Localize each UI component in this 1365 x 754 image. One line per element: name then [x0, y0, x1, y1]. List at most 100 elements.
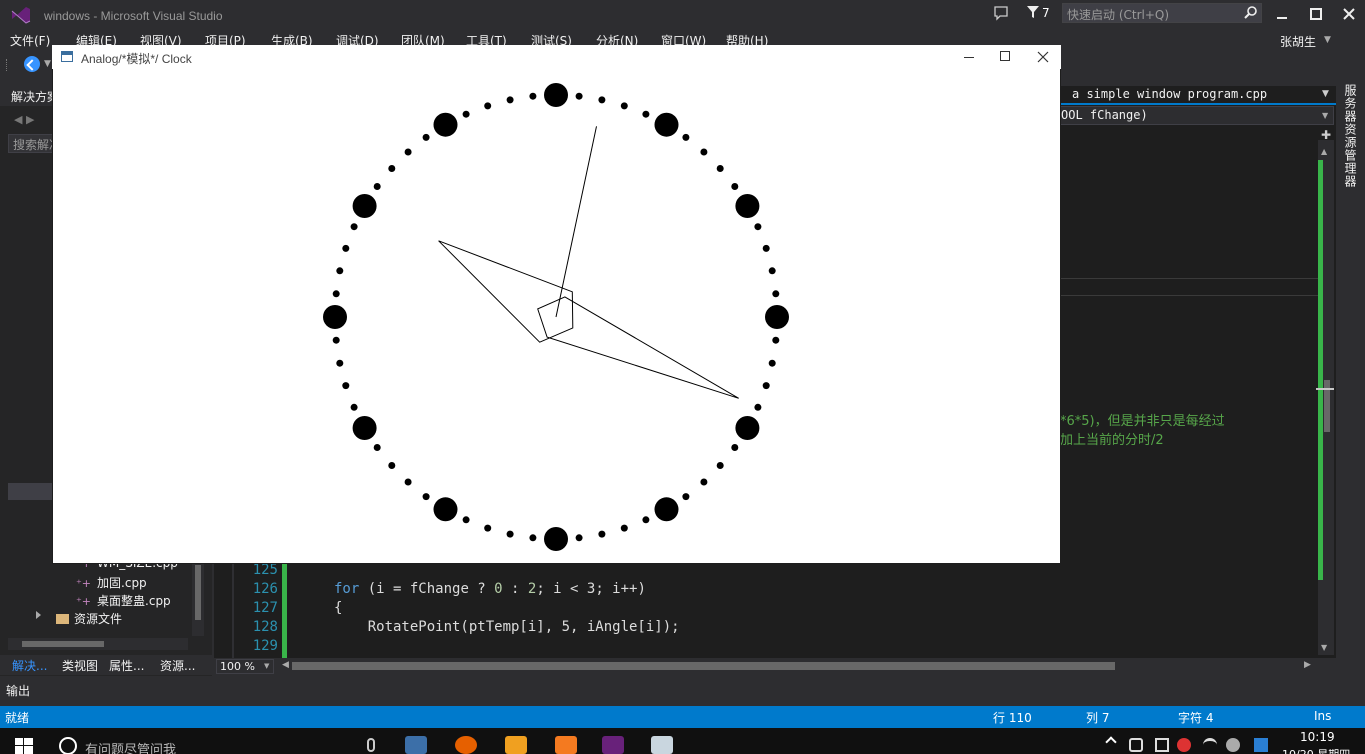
minute-dot	[682, 493, 690, 501]
battery-icon[interactable]	[1155, 738, 1169, 752]
line-number: 129	[252, 638, 278, 654]
minute-dot	[484, 102, 492, 110]
nav-arrows-icon[interactable]: ◀ ▶	[14, 113, 34, 126]
status-ready: 就绪	[5, 711, 30, 725]
minute-dot	[700, 478, 708, 486]
minute-dot	[342, 244, 350, 252]
tab-list-dropdown-icon[interactable]: ▼	[1322, 89, 1329, 99]
document-tab[interactable]: a simple window program.cpp	[1072, 87, 1267, 101]
user-account[interactable]: 张胡生	[1280, 33, 1316, 50]
code-token: (i = fChange ?	[359, 581, 495, 597]
window-app-icon	[61, 51, 73, 62]
taskbar-date[interactable]: 10/20 星期四	[1282, 746, 1350, 754]
tab-solution-explorer[interactable]: 解决...	[12, 657, 47, 674]
close-icon[interactable]	[1036, 50, 1050, 64]
chevron-down-icon[interactable]: ▼	[1322, 111, 1328, 120]
change-tracking-bar	[282, 563, 287, 658]
scrollbar-thumb[interactable]	[22, 641, 104, 647]
tab-resources[interactable]: 资源...	[160, 657, 195, 674]
minute-dot	[462, 110, 470, 118]
line-number: 126	[252, 581, 278, 597]
tab-class-view[interactable]: 类视图	[62, 657, 98, 674]
tree-item-file[interactable]: ⁺+ 桌面整蛊.cpp	[76, 592, 171, 609]
status-char: 字符 4	[1178, 711, 1214, 725]
hour-dot	[433, 112, 458, 137]
search-icon[interactable]	[1244, 5, 1258, 19]
output-tab-strip	[0, 678, 1365, 706]
notification-icon[interactable]	[993, 5, 1009, 21]
minute-dot	[731, 183, 739, 190]
minute-dot	[462, 516, 470, 524]
code-line[interactable]: RotatePoint(ptTemp[i], 5, iAngle[i]);	[334, 619, 680, 635]
scroll-up-icon[interactable]: ▲	[1321, 147, 1327, 156]
tree-item-file[interactable]: ⁺+ 加固.cpp	[76, 574, 147, 591]
cortana-icon[interactable]	[59, 737, 77, 754]
maximize-icon[interactable]	[1304, 4, 1328, 24]
navigate-back-icon[interactable]	[24, 56, 40, 72]
tray-app-icon[interactable]	[1226, 738, 1240, 752]
filter-icon[interactable]	[1027, 6, 1039, 18]
minute-dot	[506, 530, 514, 538]
scrollbar-thumb[interactable]	[195, 565, 201, 620]
code-line[interactable]: for (i = fChange ? 0 : 2; i < 3; i++)	[334, 581, 646, 597]
taskbar-time[interactable]: 10:19	[1300, 730, 1335, 744]
menu-file[interactable]: 文件(F)	[10, 32, 50, 49]
hour-dot	[352, 194, 377, 218]
scroll-left-icon[interactable]: ◀	[282, 660, 289, 670]
hour-dot	[654, 112, 679, 137]
wifi-icon[interactable]	[1203, 738, 1217, 752]
status-bar	[0, 706, 1365, 728]
input-method-icon[interactable]	[1254, 738, 1268, 752]
tab-output[interactable]: 输出	[6, 682, 30, 699]
minute-dot	[700, 148, 708, 156]
hour-dot	[765, 305, 789, 329]
minute-dot	[388, 462, 396, 469]
minute-dot	[336, 359, 344, 367]
active-tab-indicator	[1060, 103, 1336, 105]
tree-item-folder[interactable]: 资源文件	[56, 610, 122, 627]
minute-dot	[731, 444, 739, 451]
quick-launch-input[interactable]: 快速启动 (Ctrl+Q)	[1062, 3, 1262, 23]
minute-dot	[575, 92, 583, 100]
code-line[interactable]: {	[334, 600, 342, 616]
microphone-icon[interactable]	[367, 738, 375, 752]
minute-dot	[388, 165, 396, 172]
firefox-icon[interactable]	[455, 736, 477, 754]
member-navigation-dropdown[interactable]: OOL fChange)	[1058, 106, 1334, 125]
chevron-down-icon[interactable]: ▼	[44, 59, 51, 69]
toolbar-grip[interactable]	[6, 59, 10, 71]
code-token: :	[502, 581, 528, 597]
clock-window-titlebar[interactable]	[52, 45, 1061, 69]
hour-dot	[544, 527, 568, 551]
minimize-icon[interactable]	[964, 57, 974, 58]
analog-clock-face	[323, 83, 789, 551]
volume-icon[interactable]	[1129, 738, 1143, 752]
scroll-right-icon[interactable]: ▶	[1304, 660, 1311, 670]
status-column: 列 7	[1086, 711, 1110, 725]
chevron-down-icon[interactable]: ▼	[264, 662, 269, 670]
visual-studio-taskbar-icon[interactable]	[602, 736, 624, 754]
cpp-file-icon: ⁺+	[76, 595, 92, 608]
clock-app-taskbar-icon[interactable]	[651, 736, 673, 754]
server-explorer-side-tab[interactable]: 服务器资源管理器	[1341, 84, 1359, 188]
tab-properties[interactable]: 属性...	[109, 657, 144, 674]
taskbar-app-icon[interactable]	[405, 736, 427, 754]
minute-dot	[350, 403, 358, 411]
uc-browser-icon[interactable]	[505, 736, 527, 754]
minute-dot	[332, 290, 340, 298]
windows-start-icon[interactable]	[15, 738, 33, 754]
taskbar-search-input[interactable]: 有问题尽管问我	[85, 739, 176, 754]
scrollbar-thumb[interactable]	[292, 662, 1115, 670]
chevron-down-icon[interactable]: ▼	[1324, 35, 1331, 45]
taskbar-app-icon[interactable]	[555, 736, 577, 754]
minimize-icon[interactable]	[1270, 4, 1294, 24]
close-icon[interactable]	[1337, 4, 1361, 24]
scroll-down-icon[interactable]: ▼	[1321, 643, 1327, 652]
qq-icon[interactable]	[1177, 738, 1191, 752]
maximize-icon[interactable]	[1000, 51, 1010, 61]
minute-hand	[537, 296, 739, 399]
scrollbar-caret-marker	[1316, 388, 1334, 390]
minute-dot	[350, 223, 358, 231]
expand-arrow-icon[interactable]	[36, 611, 41, 619]
line-number: 127	[252, 600, 278, 616]
